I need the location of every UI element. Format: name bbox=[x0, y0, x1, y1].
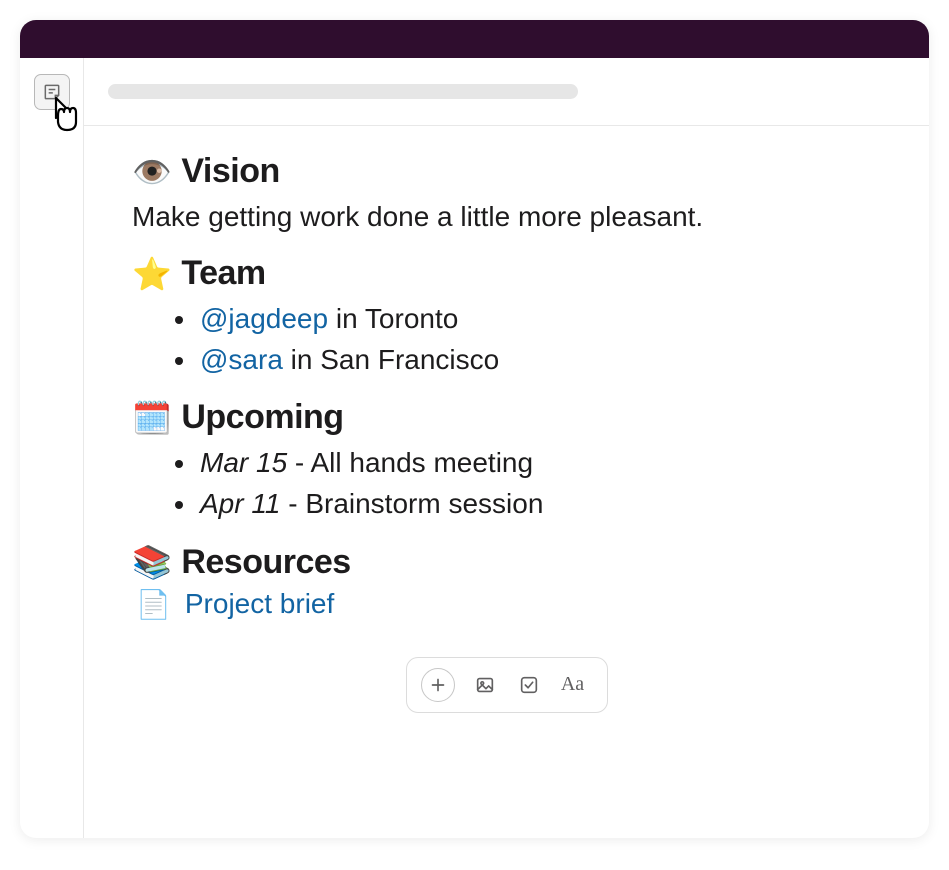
image-icon bbox=[474, 674, 496, 696]
canvas-window: 👁️ Vision Make getting work done a littl… bbox=[20, 20, 929, 838]
mention-link[interactable]: @jagdeep bbox=[200, 303, 328, 334]
insert-checklist-button[interactable] bbox=[509, 666, 549, 704]
event-desc: All hands meeting bbox=[311, 447, 534, 478]
books-icon: 📚 bbox=[132, 546, 171, 578]
member-location: in Toronto bbox=[328, 303, 458, 334]
checkbox-icon bbox=[518, 674, 540, 696]
mention-link[interactable]: @sara bbox=[200, 344, 283, 375]
team-list: @jagdeep in Toronto @sara in San Francis… bbox=[132, 299, 881, 380]
vision-title: Vision bbox=[181, 152, 279, 191]
eye-icon: 👁️ bbox=[132, 156, 171, 188]
member-location: in San Francisco bbox=[283, 344, 499, 375]
list-item: @sara in San Francisco bbox=[198, 340, 881, 381]
event-sep: - bbox=[280, 488, 305, 519]
resources-title: Resources bbox=[181, 543, 350, 582]
upcoming-heading: 🗓️ Upcoming bbox=[132, 398, 881, 437]
note-icon bbox=[42, 82, 62, 102]
vision-text: Make getting work done a little more ple… bbox=[132, 197, 881, 236]
add-block-button[interactable] bbox=[421, 668, 455, 702]
team-heading: ⭐ Team bbox=[132, 254, 881, 293]
list-item: Apr 11 - Brainstorm session bbox=[198, 484, 881, 525]
event-desc: Brainstorm session bbox=[305, 488, 543, 519]
event-date: Mar 15 bbox=[200, 447, 287, 478]
team-title: Team bbox=[181, 254, 265, 293]
main-area: 👁️ Vision Make getting work done a littl… bbox=[84, 58, 929, 838]
title-placeholder[interactable] bbox=[108, 84, 578, 99]
event-date: Apr 11 bbox=[200, 488, 280, 519]
upcoming-list: Mar 15 - All hands meeting Apr 11 - Brai… bbox=[132, 443, 881, 524]
calendar-icon: 🗓️ bbox=[132, 402, 171, 434]
event-sep: - bbox=[287, 447, 310, 478]
resources-heading: 📚 Resources bbox=[132, 543, 881, 582]
floating-toolbar: Aa bbox=[406, 657, 608, 713]
star-icon: ⭐ bbox=[132, 258, 171, 290]
canvas-header bbox=[84, 58, 929, 126]
resource-link[interactable]: Project brief bbox=[185, 588, 334, 620]
sidebar bbox=[20, 58, 84, 838]
window-body: 👁️ Vision Make getting work done a littl… bbox=[20, 58, 929, 838]
resource-item: 📄 Project brief bbox=[132, 588, 881, 621]
plus-icon bbox=[427, 674, 449, 696]
document-icon: 📄 bbox=[136, 588, 171, 621]
vision-heading: 👁️ Vision bbox=[132, 152, 881, 191]
canvas-button[interactable] bbox=[34, 74, 70, 110]
canvas-content[interactable]: 👁️ Vision Make getting work done a littl… bbox=[84, 126, 929, 741]
window-titlebar bbox=[20, 20, 929, 58]
format-label: Aa bbox=[561, 673, 584, 696]
upcoming-title: Upcoming bbox=[181, 398, 343, 437]
list-item: Mar 15 - All hands meeting bbox=[198, 443, 881, 484]
list-item: @jagdeep in Toronto bbox=[198, 299, 881, 340]
insert-image-button[interactable] bbox=[465, 666, 505, 704]
text-format-button[interactable]: Aa bbox=[553, 666, 593, 704]
